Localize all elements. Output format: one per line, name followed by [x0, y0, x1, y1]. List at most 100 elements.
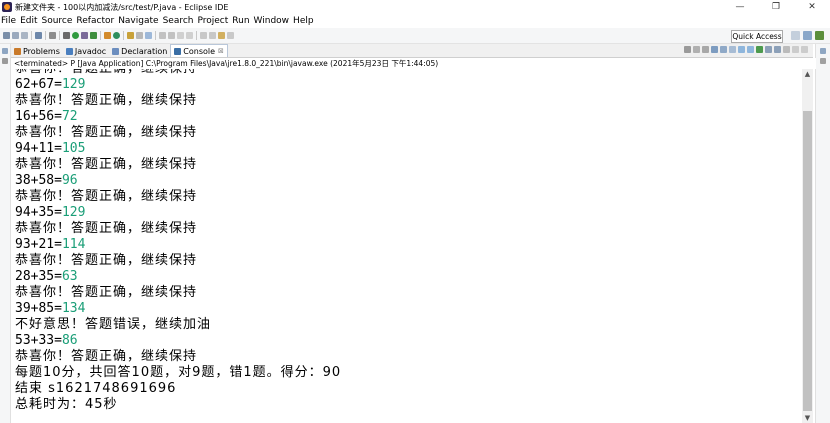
prev-edit-icon[interactable]	[209, 32, 216, 39]
save-all-icon[interactable]	[21, 32, 28, 39]
quick-access-field[interactable]: Quick Access	[731, 30, 783, 43]
tab-declaration[interactable]: Declaration	[109, 45, 170, 57]
tab-console-label: Console	[183, 46, 216, 56]
console-line: 恭喜你！答题正确，继续保持	[15, 125, 341, 141]
console-view-toolbar	[683, 46, 809, 53]
user-input-value: 129	[61, 77, 86, 92]
scroll-lock-icon[interactable]	[720, 46, 727, 53]
menu-window[interactable]: Window	[253, 16, 293, 26]
console-line-text: 38+58=	[15, 173, 62, 188]
close-tab-icon[interactable]: ⊠	[218, 47, 224, 55]
next-edit-icon[interactable]	[200, 32, 207, 39]
save-icon[interactable]	[12, 32, 19, 39]
minimize-button[interactable]: —	[722, 0, 758, 14]
clear-console-icon[interactable]	[711, 46, 718, 53]
show-stderr-icon[interactable]	[747, 46, 754, 53]
scroll-thumb[interactable]	[803, 111, 812, 411]
restore-icon[interactable]	[2, 48, 8, 54]
menu-refactor[interactable]: Refactor	[75, 16, 117, 26]
word-wrap-icon[interactable]	[729, 46, 736, 53]
new-java-package-icon[interactable]	[104, 32, 111, 39]
open-task-icon[interactable]	[136, 32, 143, 39]
console-line: 恭喜你！答题正确，继续保持	[15, 69, 341, 77]
display-selected-console-icon[interactable]	[765, 46, 772, 53]
menu-project[interactable]: Project	[196, 16, 231, 26]
console-line: 28+35=63	[15, 269, 341, 285]
menu-search[interactable]: Search	[162, 16, 197, 26]
view-tab-row: Problems Javadoc Declaration Console ⊠	[11, 44, 813, 58]
console-line-text: 94+11=	[15, 141, 62, 156]
tab-console[interactable]: Console ⊠	[170, 44, 228, 57]
terminate-icon[interactable]	[684, 46, 691, 53]
tab-problems-label: Problems	[23, 46, 60, 56]
pin-console-icon[interactable]	[756, 46, 763, 53]
console-line: 不好意思！答题错误，继续加油	[15, 317, 341, 333]
restore-outline-icon[interactable]	[820, 48, 826, 54]
console-output[interactable]: 恭喜你！答题正确，继续保持62+67=129恭喜你！答题正确，继续保持16+56…	[11, 69, 802, 423]
external-tools-icon[interactable]	[90, 32, 97, 39]
minimize-view-icon[interactable]	[792, 46, 799, 53]
skip-breakpoints-icon[interactable]	[49, 32, 56, 39]
console-view-icon[interactable]	[35, 32, 42, 39]
console-line: 恭喜你！答题正确，继续保持	[15, 221, 341, 237]
menu-file[interactable]: File	[0, 16, 19, 26]
scroll-up-icon[interactable]: ▲	[802, 69, 813, 79]
problems-icon	[14, 47, 21, 55]
console-line-text: 93+21=	[15, 237, 62, 252]
console-line-text: 恭喜你！答题正确，继续保持	[15, 349, 198, 364]
console-scrollbar[interactable]: ▲ ▼	[802, 69, 813, 423]
run-icon[interactable]	[72, 32, 79, 39]
console-line: 94+35=129	[15, 205, 341, 221]
show-stdout-icon[interactable]	[738, 46, 745, 53]
search-icon[interactable]	[145, 32, 152, 39]
forward-icon[interactable]	[227, 32, 234, 39]
menu-help[interactable]: Help	[292, 16, 317, 26]
annotation-next-icon[interactable]	[159, 32, 166, 39]
maximize-view-icon[interactable]	[801, 46, 808, 53]
console-line-text: 总耗时为：45秒	[15, 397, 118, 412]
console-line-text: 结束 s1621748691696	[15, 381, 177, 396]
menu-source[interactable]: Source	[41, 16, 76, 26]
annotation-prev-icon[interactable]	[168, 32, 175, 39]
console-line-text: 每题10分，共回答10题，对9题，错1题。得分：90	[15, 365, 342, 380]
open-console-icon[interactable]	[774, 46, 781, 53]
tab-declaration-label: Declaration	[121, 46, 168, 56]
tab-javadoc[interactable]: Javadoc	[63, 45, 109, 57]
console-line: 16+56=72	[15, 109, 341, 125]
show-whitespace-icon[interactable]	[186, 32, 193, 39]
console-line: 恭喜你！答题正确，继续保持	[15, 157, 341, 173]
view-menu-icon[interactable]	[783, 46, 790, 53]
java-ee-perspective-icon[interactable]	[803, 31, 812, 40]
remove-all-terminated-icon[interactable]	[702, 46, 709, 53]
user-input-value: 86	[61, 333, 78, 348]
console-line-text: 恭喜你！答题正确，继续保持	[15, 189, 198, 204]
close-button[interactable]: ✕	[794, 0, 830, 14]
new-icon[interactable]	[3, 32, 10, 39]
java-perspective-icon[interactable]	[815, 31, 824, 40]
menu-run[interactable]: Run	[231, 16, 252, 26]
console-line-text: 恭喜你！答题正确，继续保持	[15, 93, 198, 108]
console-line: 38+58=96	[15, 173, 341, 189]
maximize-button[interactable]: ❐	[758, 0, 794, 14]
left-trim-bar	[0, 44, 11, 423]
declaration-icon	[112, 47, 120, 55]
console-status: <terminated> P [Java Application] C:\Pro…	[11, 58, 816, 69]
open-type-icon[interactable]	[127, 32, 134, 39]
package-explorer-icon[interactable]	[2, 58, 8, 64]
user-input-value: 129	[61, 205, 86, 220]
open-perspective-icon[interactable]	[791, 31, 800, 40]
remove-launch-icon[interactable]	[693, 46, 700, 53]
toggle-mark-icon[interactable]	[177, 32, 184, 39]
console-line-text: 恭喜你！答题正确，继续保持	[15, 69, 197, 76]
back-icon[interactable]	[218, 32, 225, 39]
console-line-text: 恭喜你！答题正确，继续保持	[15, 285, 198, 300]
coverage-icon[interactable]	[81, 32, 88, 39]
debug-icon[interactable]	[63, 32, 70, 39]
console-line-text: 恭喜你！答题正确，继续保持	[15, 157, 198, 172]
outline-icon[interactable]	[820, 58, 826, 64]
new-java-class-icon[interactable]	[113, 32, 120, 39]
menu-navigate[interactable]: Navigate	[117, 16, 161, 26]
menu-edit[interactable]: Edit	[19, 16, 40, 26]
tab-problems[interactable]: Problems	[11, 45, 63, 57]
scroll-down-icon[interactable]: ▼	[802, 413, 813, 423]
